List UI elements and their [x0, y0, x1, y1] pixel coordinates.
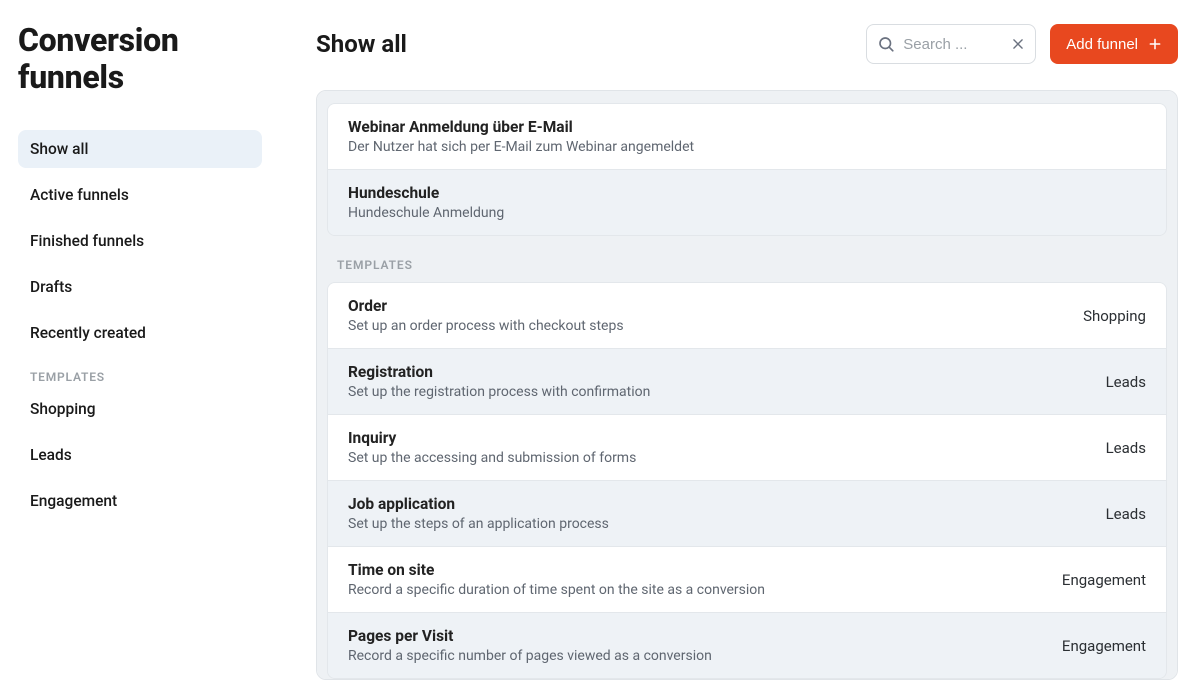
template-category: Engagement [1062, 637, 1146, 655]
sidebar-item-label: Finished funnels [30, 232, 144, 250]
page-title: Conversion funnels [18, 22, 262, 96]
templates-list: Order Set up an order process with check… [327, 282, 1167, 679]
main-header: Show all Add funnel [316, 24, 1178, 64]
template-category: Leads [1106, 373, 1146, 391]
sidebar-item-label: Shopping [30, 400, 96, 418]
add-funnel-button[interactable]: Add funnel [1050, 24, 1178, 64]
sidebar-item-engagement[interactable]: Engagement [18, 482, 262, 520]
main-content: Show all Add funnel [280, 0, 1200, 700]
sidebar-item-show-all[interactable]: Show all [18, 130, 262, 168]
funnel-subtitle: Der Nutzer hat sich per E-Mail zum Webin… [348, 139, 1146, 155]
funnel-title: Hundeschule [348, 184, 1146, 202]
sidebar-item-leads[interactable]: Leads [18, 436, 262, 474]
template-row[interactable]: Inquiry Set up the accessing and submiss… [328, 414, 1166, 480]
sidebar: Conversion funnels Show all Active funne… [0, 0, 280, 700]
template-row[interactable]: Time on site Record a specific duration … [328, 546, 1166, 612]
template-category: Leads [1106, 439, 1146, 457]
template-title: Time on site [348, 561, 1062, 579]
template-title: Job application [348, 495, 1106, 513]
clear-icon[interactable] [1011, 37, 1025, 51]
sidebar-item-finished-funnels[interactable]: Finished funnels [18, 222, 262, 260]
add-funnel-label: Add funnel [1066, 36, 1138, 53]
content-title: Show all [316, 30, 852, 58]
template-category: Shopping [1083, 307, 1146, 325]
search-input[interactable] [903, 36, 1003, 53]
sidebar-item-label: Active funnels [30, 186, 129, 204]
template-subtitle: Set up the accessing and submission of f… [348, 450, 1106, 466]
funnel-subtitle: Hundeschule Anmeldung [348, 205, 1146, 221]
plus-icon [1148, 37, 1162, 51]
template-title: Order [348, 297, 1083, 315]
sidebar-item-shopping[interactable]: Shopping [18, 390, 262, 428]
funnel-title: Webinar Anmeldung über E-Mail [348, 118, 1146, 136]
sidebar-item-drafts[interactable]: Drafts [18, 268, 262, 306]
template-row[interactable]: Job application Set up the steps of an a… [328, 480, 1166, 546]
funnel-row[interactable]: Hundeschule Hundeschule Anmeldung [328, 169, 1166, 235]
sidebar-item-label: Engagement [30, 492, 117, 510]
templates-section-label: TEMPLATES [327, 248, 1167, 282]
template-category: Engagement [1062, 571, 1146, 589]
template-category: Leads [1106, 505, 1146, 523]
search-field[interactable] [866, 24, 1036, 64]
funnels-list: Webinar Anmeldung über E-Mail Der Nutzer… [327, 103, 1167, 236]
sidebar-item-recently-created[interactable]: Recently created [18, 314, 262, 352]
funnels-panel: Webinar Anmeldung über E-Mail Der Nutzer… [316, 90, 1178, 680]
template-subtitle: Record a specific duration of time spent… [348, 582, 1062, 598]
template-subtitle: Record a specific number of pages viewed… [348, 648, 1062, 664]
template-row[interactable]: Pages per Visit Record a specific number… [328, 612, 1166, 678]
template-subtitle: Set up an order process with checkout st… [348, 318, 1083, 334]
sidebar-item-active-funnels[interactable]: Active funnels [18, 176, 262, 214]
sidebar-item-label: Recently created [30, 324, 146, 342]
search-icon [877, 35, 895, 53]
template-title: Inquiry [348, 429, 1106, 447]
template-row[interactable]: Order Set up an order process with check… [328, 283, 1166, 348]
template-title: Registration [348, 363, 1106, 381]
template-subtitle: Set up the steps of an application proce… [348, 516, 1106, 532]
template-title: Pages per Visit [348, 627, 1062, 645]
sidebar-item-label: Show all [30, 140, 88, 158]
sidebar-item-label: Drafts [30, 278, 72, 296]
template-row[interactable]: Registration Set up the registration pro… [328, 348, 1166, 414]
sidebar-heading-templates: TEMPLATES [18, 360, 262, 390]
funnel-row[interactable]: Webinar Anmeldung über E-Mail Der Nutzer… [328, 104, 1166, 169]
template-subtitle: Set up the registration process with con… [348, 384, 1106, 400]
sidebar-item-label: Leads [30, 446, 72, 464]
